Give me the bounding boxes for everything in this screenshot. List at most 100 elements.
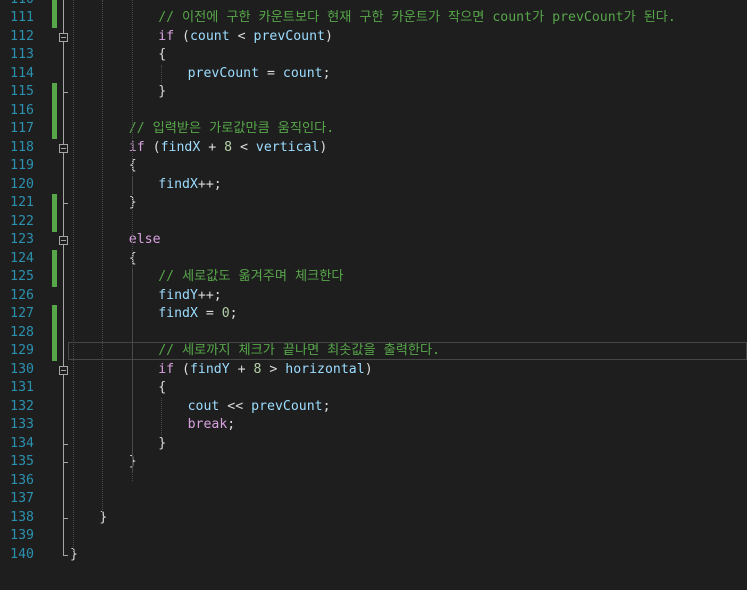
code-token: findY <box>189 361 230 377</box>
code-token: = <box>259 65 283 81</box>
code-text[interactable]: prevCount = count; <box>188 65 331 84</box>
code-line[interactable]: 117 // 입력받은 가로값만큼 움직인다. <box>0 120 747 139</box>
code-line[interactable]: 126 findY++; <box>0 287 747 306</box>
collapse-minus-icon[interactable] <box>59 143 68 153</box>
code-line[interactable]: 140} <box>0 546 747 565</box>
change-marker-icon <box>52 323 57 343</box>
code-text[interactable]: break; <box>188 416 236 435</box>
code-token: // 이전에 구한 카운트보다 현재 구한 카운트가 작으면 count가 pr… <box>158 10 676 25</box>
code-editor[interactable]: 110111 // 이전에 구한 카운트보다 현재 구한 카운트가 작으면 cou… <box>0 0 747 590</box>
code-line[interactable]: 122 <box>0 212 747 232</box>
code-token: > <box>261 361 286 377</box>
line-number: 119 <box>10 158 34 173</box>
line-number: 140 <box>10 546 34 562</box>
line-number: 124 <box>10 250 34 266</box>
code-token: ) <box>364 361 373 377</box>
code-text[interactable]: findY++; <box>158 287 222 306</box>
code-token: // 세로값도 옮겨주며 체크한다 <box>158 269 344 284</box>
line-number: 135 <box>10 454 34 469</box>
code-line[interactable]: 113 { <box>0 46 747 65</box>
collapse-minus-icon[interactable] <box>59 236 68 245</box>
code-line[interactable]: 112 if (count < prevCount) <box>0 28 747 47</box>
code-line[interactable]: 124{ <box>0 249 747 269</box>
code-line[interactable]: 133 break; <box>0 416 747 435</box>
code-token: horizontal <box>285 361 365 377</box>
code-line[interactable]: 137 <box>0 490 747 509</box>
code-token: ; <box>322 65 331 81</box>
collapse-minus-icon[interactable] <box>59 365 68 375</box>
code-line[interactable]: 138} <box>0 509 747 528</box>
code-line[interactable]: 123 else <box>0 231 747 250</box>
code-text[interactable]: if (findX + 8 < vertical) <box>129 139 328 158</box>
code-line[interactable]: 118 if (findX + 8 < vertical) <box>0 139 747 158</box>
code-text[interactable]: if (count < prevCount) <box>158 28 333 47</box>
code-text[interactable]: if (findY + 8 > horizontal) <box>158 361 372 380</box>
code-token: prevCount <box>253 28 325 44</box>
code-token: findX <box>160 139 201 155</box>
code-text[interactable]: else <box>129 231 161 250</box>
line-number: 128 <box>10 324 34 340</box>
code-line[interactable]: 129 // 세로까지 체크가 끝나면 최솟값을 출력한다. <box>0 342 747 361</box>
code-token: ( <box>144 139 161 155</box>
code-line[interactable]: 134} <box>0 435 747 454</box>
indent-guide <box>102 0 104 518</box>
code-token: cout <box>187 398 220 414</box>
code-token: // 세로까지 체크가 끝나면 최솟값을 출력한다. <box>158 343 441 358</box>
code-token: prevCount <box>187 65 260 81</box>
code-token: findY <box>158 287 198 303</box>
line-number: 121 <box>10 195 34 210</box>
code-token: findX <box>158 306 198 321</box>
code-line[interactable]: 132 cout << prevCount; <box>0 398 747 417</box>
code-token: } <box>158 435 167 451</box>
line-number: 139 <box>10 528 34 543</box>
code-text[interactable]: findX++; <box>158 176 222 195</box>
code-line[interactable]: 130 if (findY + 8 > horizontal) <box>0 361 747 380</box>
code-line[interactable]: 131 { <box>0 379 747 398</box>
line-number: 131 <box>10 380 34 395</box>
code-line[interactable]: 119{ <box>0 157 747 176</box>
code-line[interactable]: 116 <box>0 101 747 121</box>
code-text[interactable]: { <box>158 379 166 398</box>
code-token: count <box>282 65 323 81</box>
code-line[interactable]: 139 <box>0 527 747 546</box>
code-line[interactable]: 111 // 이전에 구한 카운트보다 현재 구한 카운트가 작으면 count가… <box>0 9 747 28</box>
code-text[interactable]: cout << prevCount; <box>188 398 331 417</box>
code-token: ; <box>229 306 238 321</box>
line-number: 112 <box>10 28 34 44</box>
code-token: { <box>158 47 167 62</box>
line-number: 120 <box>10 176 34 192</box>
line-number: 123 <box>10 232 34 247</box>
code-token: ; <box>322 398 331 414</box>
change-marker-icon <box>52 305 57 324</box>
code-line[interactable]: 136 <box>0 472 747 491</box>
code-token: { <box>158 380 167 395</box>
code-text[interactable]: // 입력받은 가로값만큼 움직인다. <box>129 120 334 139</box>
code-line[interactable]: 121} <box>0 194 747 213</box>
code-token: + <box>229 361 254 377</box>
line-number: 117 <box>10 121 34 136</box>
code-text[interactable]: } <box>158 435 166 454</box>
line-number: 118 <box>10 139 34 155</box>
code-token: ) <box>319 139 328 155</box>
code-text[interactable]: // 세로까지 체크가 끝나면 최솟값을 출력한다. <box>158 342 440 361</box>
code-text[interactable]: { <box>158 46 166 65</box>
code-token: break <box>187 417 228 432</box>
code-line[interactable]: 135} <box>0 453 747 472</box>
code-text[interactable]: // 이전에 구한 카운트보다 현재 구한 카운트가 작으면 count가 pr… <box>158 9 676 28</box>
code-line[interactable]: 128 <box>0 323 747 343</box>
code-text[interactable]: // 세로값도 옮겨주며 체크한다 <box>158 268 343 287</box>
collapse-minus-icon[interactable] <box>59 32 68 42</box>
code-text[interactable]: findX = 0; <box>158 305 237 324</box>
code-line[interactable]: 120 findX++; <box>0 176 747 195</box>
code-line[interactable]: 125 // 세로값도 옮겨주며 체크한다 <box>0 268 747 287</box>
line-number: 132 <box>10 398 34 414</box>
code-token: // 입력받은 가로값만큼 움직인다. <box>128 121 335 136</box>
code-line[interactable]: 110 <box>0 0 747 10</box>
code-line[interactable]: 114 prevCount = count; <box>0 65 747 84</box>
line-number: 116 <box>10 102 34 118</box>
indent-guide <box>161 64 163 83</box>
code-line[interactable]: 127 findX = 0; <box>0 305 747 324</box>
code-text[interactable]: } <box>158 83 166 102</box>
line-number: 137 <box>10 491 34 506</box>
code-line[interactable]: 115} <box>0 83 747 102</box>
